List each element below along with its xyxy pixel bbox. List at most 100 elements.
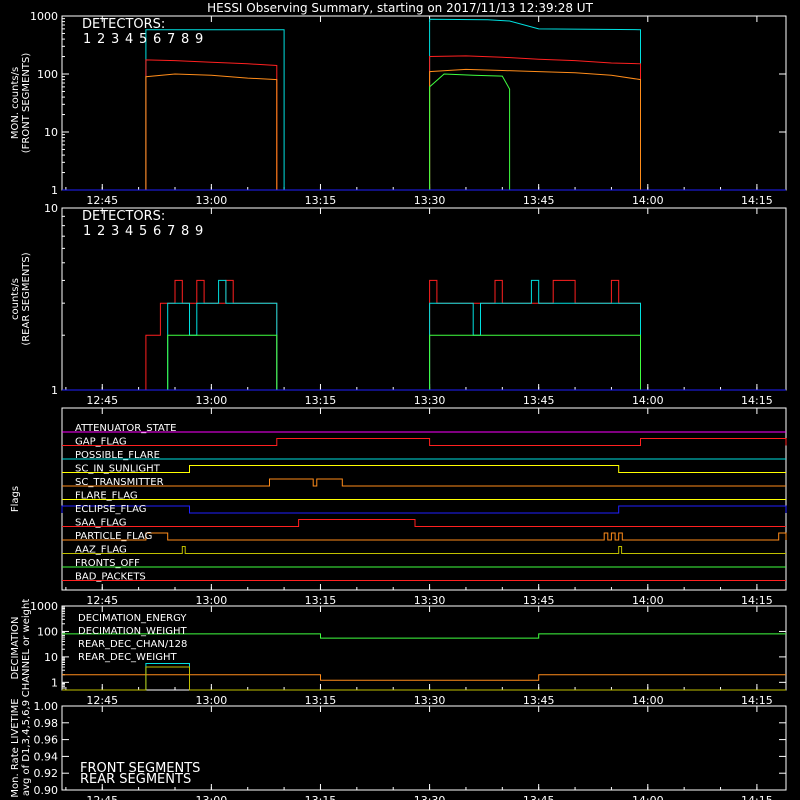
- front-legend-detector: 9: [195, 32, 203, 47]
- flags-xtick-label: 14:15: [741, 594, 773, 607]
- livetime-ytick-label: 1.00: [34, 700, 59, 713]
- flag-label-4: SC_TRANSMITTER: [75, 477, 164, 488]
- flag-label-5: FLARE_FLAG: [75, 491, 138, 502]
- rear-legend-detector: 9: [195, 224, 203, 239]
- rear-xtick-label: 12:45: [86, 394, 118, 407]
- flags-xtick-label: 14:00: [632, 594, 664, 607]
- livetime-ytick-label: 0.96: [34, 734, 59, 747]
- decimation-legend-3: REAR_DEC_WEIGHT: [78, 652, 177, 663]
- hessi-summary: HESSI Observing Summary, starting on 201…: [0, 0, 800, 800]
- rear-legend-detector: 8: [181, 224, 189, 239]
- flag-label-11: BAD_PACKETS: [75, 572, 146, 583]
- flag-line-9: [62, 546, 786, 554]
- decimation-xtick-label: 13:15: [305, 694, 337, 707]
- flag-label-10: FRONTS_OFF: [75, 558, 140, 569]
- flags-xtick-label: 13:15: [305, 594, 337, 607]
- flags-ylabel: Flags: [10, 486, 21, 512]
- front-xtick-label: 14:00: [632, 194, 664, 207]
- flags-xtick-label: 13:45: [523, 594, 555, 607]
- front-legend-detector: 4: [125, 32, 133, 47]
- decimation-xtick-label: 13:00: [196, 694, 228, 707]
- front-xtick-label: 13:00: [196, 194, 228, 207]
- decimation-xtick-label: 14:15: [741, 694, 773, 707]
- rear-xtick-label: 13:00: [196, 394, 228, 407]
- rear-ylabel: counts/s: [10, 278, 21, 320]
- decimation-legend-2: REAR_DEC_CHAN/128: [78, 639, 187, 650]
- decimation-ytick-label: 1000: [30, 600, 58, 613]
- front-legend-detector: 1: [83, 32, 91, 47]
- decimation-xtick-label: 13:45: [523, 694, 555, 707]
- flag-line-8: [62, 532, 787, 541]
- front-panel: 12:45 13:00 13:15 13:30 13:45 14:00 14:15 MON. …: [10, 10, 787, 207]
- decimation-ytick-label: 100: [37, 625, 58, 638]
- flag-label-0: ATTENUATOR_STATE: [75, 423, 176, 434]
- front-xtick-label: 14:15: [741, 194, 773, 207]
- front-ytick-label: 1000: [30, 10, 58, 23]
- livetime-xtick-label: 14:15: [741, 794, 773, 800]
- decimation-ylabel: CHANNEL or weight: [21, 599, 32, 698]
- flag-line-7: [62, 519, 786, 527]
- figure-title: HESSI Observing Summary, starting on 201…: [207, 1, 593, 15]
- flag-line-1: [62, 438, 787, 446]
- livetime-ytick-label: 0.94: [34, 750, 59, 763]
- rear-xtick-label: 13:45: [523, 394, 555, 407]
- rear-ytick-label: 1: [51, 384, 58, 397]
- livetime-xtick-label: 14:00: [632, 794, 664, 800]
- front-legend-detector: 3: [111, 32, 119, 47]
- front-legend-detector: 7: [167, 32, 175, 47]
- front-series-2: [62, 68, 786, 191]
- flag-line-4: [62, 478, 786, 487]
- front-legend-detector: 5: [139, 32, 147, 47]
- flags-xtick-label: 13:00: [196, 594, 228, 607]
- flag-label-7: SAA_FLAG: [75, 518, 126, 529]
- decimation-xtick-label: 13:30: [414, 694, 446, 707]
- rear-legend-detector: 6: [153, 224, 161, 239]
- front-ytick-label: 1: [51, 184, 58, 197]
- livetime-legend-1: REAR SEGMENTS: [80, 772, 191, 787]
- livetime-ylabel: Mon. Rate LIVETIME: [10, 698, 21, 797]
- rear-legend-detector: 7: [167, 224, 175, 239]
- rear-legend-detector: 3: [111, 224, 119, 239]
- livetime-xtick-label: 13:15: [305, 794, 337, 800]
- decimation-legend-1: DECIMATION_WEIGHT: [78, 626, 187, 637]
- rear-ylabel: (REAR SEGMENTS): [21, 252, 32, 345]
- decimation-ylabel: DECIMATION: [10, 616, 21, 679]
- rear-ytick-label: 10: [44, 202, 58, 215]
- livetime-ytick-label: 0.98: [34, 717, 59, 730]
- decimation-xtick-label: 14:00: [632, 694, 664, 707]
- rear-series-2: [62, 334, 786, 391]
- flags-xtick-label: 13:30: [414, 594, 446, 607]
- rear-legend-title: DETECTORS:: [82, 209, 165, 224]
- livetime-panel: 12:45 13:00 13:15 13:30 13:45 14:00 14:15 Mon. …: [10, 698, 787, 800]
- decimation-legend-0: DECIMATION_ENERGY: [78, 613, 187, 624]
- flag-label-3: SC_IN_SUNLIGHT: [75, 464, 161, 475]
- front-legend-title: DETECTORS:: [82, 17, 165, 32]
- rear-xtick-label: 13:15: [305, 394, 337, 407]
- rear-xtick-label: 14:00: [632, 394, 664, 407]
- rear-xtick-label: 13:30: [414, 394, 446, 407]
- front-ytick-label: 100: [37, 68, 58, 81]
- decimation-panel: 12:45 13:00 13:15 13:30 13:45 14:00 14:15 DECIM…: [10, 599, 787, 707]
- front-ylabel: (FRONT SEGMENTS): [21, 53, 32, 154]
- livetime-ytick-label: 0.90: [34, 784, 59, 797]
- livetime-ylabel: avg of D1,3,4,5,6,9: [21, 700, 32, 796]
- livetime-xtick-label: 13:00: [196, 794, 228, 800]
- flags-xtick-label: 12:45: [86, 594, 118, 607]
- livetime-xtick-label: 12:45: [86, 794, 118, 800]
- front-ytick-label: 10: [44, 126, 58, 139]
- livetime-ytick-label: 0.92: [34, 767, 59, 780]
- decimation-series-1: [62, 674, 786, 681]
- rear-legend-detector: 1: [83, 224, 91, 239]
- decimation-series-3: [62, 666, 786, 691]
- rear-legend-detector: 4: [125, 224, 133, 239]
- decimation-ytick-label: 1: [51, 676, 58, 689]
- flag-line-6: [61, 505, 787, 514]
- front-ylabel: MON. counts/s: [10, 67, 21, 139]
- rear-xtick-label: 14:15: [741, 394, 773, 407]
- flag-label-1: GAP_FLAG: [75, 437, 127, 448]
- front-legend-detector: 2: [97, 32, 105, 47]
- decimation-xtick-label: 12:45: [86, 694, 118, 707]
- livetime-xtick-label: 13:30: [414, 794, 446, 800]
- flag-line-3: [62, 465, 786, 473]
- flag-label-8: PARTICLE_FLAG: [75, 531, 152, 542]
